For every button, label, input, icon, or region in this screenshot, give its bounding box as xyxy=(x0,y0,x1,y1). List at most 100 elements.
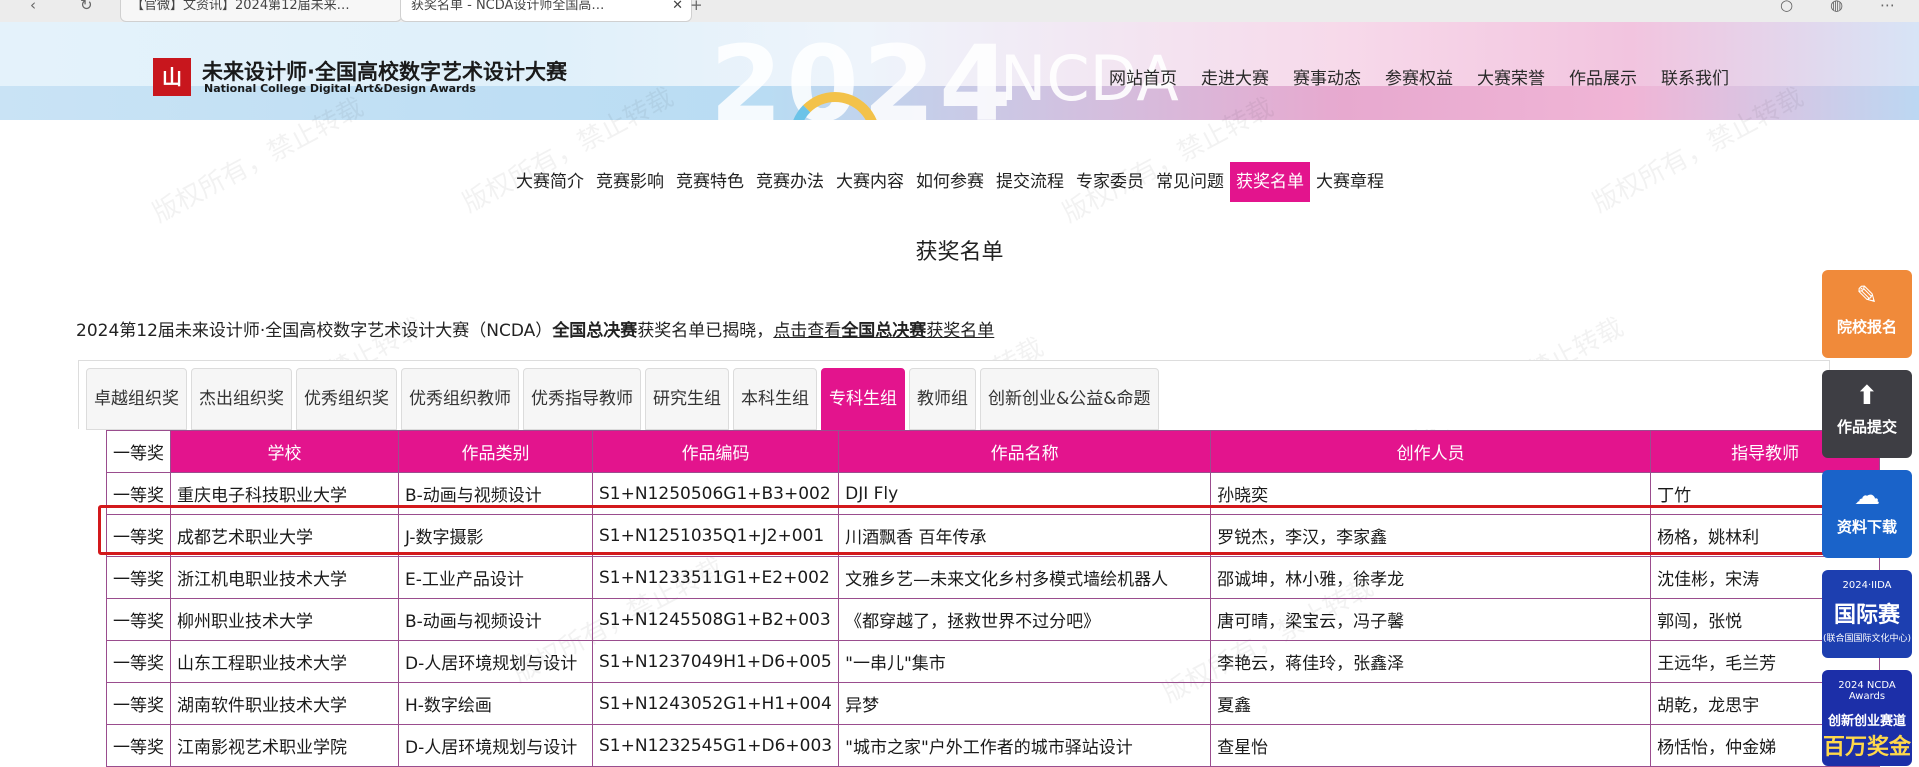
subnav-item-experts[interactable]: 专家委员 xyxy=(1070,162,1150,202)
browser-tab[interactable]: 【官微】文资讯】2024第12届未来… xyxy=(120,0,402,22)
rank-cell: 一等奖 xyxy=(106,640,171,683)
tab-innovation[interactable]: 创新创业&公益&命题 xyxy=(980,368,1159,430)
cloud-download-icon: ☁ xyxy=(1854,481,1880,511)
title-cell: 文雅乡艺—未来文化乡村多模式墙绘机器人 xyxy=(838,556,1212,599)
intro-part: 获奖名单已揭晓， xyxy=(637,321,774,341)
nav-item-about[interactable]: 走进大赛 xyxy=(1189,64,1281,89)
subnav-item-rules[interactable]: 竞赛办法 xyxy=(750,162,830,202)
creators-cell: 邵诚坤，林小雅，徐孝龙 xyxy=(1210,556,1652,599)
rank-cell: 一等奖 xyxy=(106,598,171,641)
category-cell: E-工业产品设计 xyxy=(398,556,593,599)
subnav-item-submit-flow[interactable]: 提交流程 xyxy=(990,162,1070,202)
winners-table-wrap: 一等奖 学校 作品类别 作品编码 作品名称 创作人员 指导教师 一等奖 重庆电子… xyxy=(106,430,1881,767)
side-label: 作品提交 xyxy=(1836,418,1897,436)
winners-table: 一等奖 学校 作品类别 作品编码 作品名称 创作人员 指导教师 一等奖 重庆电子… xyxy=(106,430,1881,767)
innovation-track-button[interactable]: 2024 NCDA Awards 创新创业赛道 百万奖金 xyxy=(1822,670,1912,766)
title-cell: "城市之家"户外工作者的城市驿站设计 xyxy=(838,724,1212,767)
side-top-label: 2024 NCDA Awards xyxy=(1838,680,1896,702)
link-prefix: 点击查看 xyxy=(773,321,842,341)
globe-icon[interactable]: ◍ xyxy=(1830,0,1843,14)
tab-advisor-teacher[interactable]: 优秀指导教师 xyxy=(523,368,641,430)
tab-org-teacher[interactable]: 优秀组织教师 xyxy=(401,368,519,430)
subnav-item-influence[interactable]: 竞赛影响 xyxy=(590,162,670,202)
browser-tab-strip: ‹ ↻ 【官微】文资讯】2024第12届未来… 获奖名单 - NCDA设计师全国… xyxy=(0,0,1919,23)
tab-teacher[interactable]: 教师组 xyxy=(909,368,976,430)
table-header-row: 一等奖 学校 作品类别 作品编码 作品名称 创作人员 指导教师 xyxy=(106,430,1881,473)
category-cell: D-人居环境规划与设计 xyxy=(398,724,593,767)
creators-cell: 孙晓奕 xyxy=(1210,472,1652,515)
subnav-item-features[interactable]: 竞赛特色 xyxy=(670,162,750,202)
international-contest-button[interactable]: 2024·IIDA 国际赛 (联合国国际文化中心) xyxy=(1822,570,1912,658)
rank-cell: 一等奖 xyxy=(106,556,171,599)
browser-tab-active[interactable]: 获奖名单 - NCDA设计师全国高… ✕ xyxy=(400,0,692,22)
rank-cell: 一等奖 xyxy=(106,472,171,515)
tab-outstanding-org[interactable]: 杰出组织奖 xyxy=(191,368,292,430)
browser-tab-title: 【官微】文资讯】2024第12届未来… xyxy=(131,0,350,13)
header-banner: 2024 NCDA 山 未来设计师·全国高校数字艺术设计大赛 National … xyxy=(0,22,1919,120)
intro-bold: 全国总决赛 xyxy=(552,321,638,341)
creators-cell: 唐可晴，梁宝云，冯子馨 xyxy=(1210,598,1652,641)
tab-graduate[interactable]: 研究生组 xyxy=(645,368,729,430)
column-header-title: 作品名称 xyxy=(838,430,1212,473)
table-row: 一等奖 浙江机电职业技术大学 E-工业产品设计 S1+N1233511G1+E2… xyxy=(106,556,1881,599)
table-row: 一等奖 江南影视艺术职业学院 D-人居环境规划与设计 S1+N1232545G1… xyxy=(106,724,1881,767)
download-materials-button[interactable]: ☁ 资料下载 xyxy=(1822,470,1912,558)
nav-item-works[interactable]: 作品展示 xyxy=(1557,64,1649,89)
subnav-item-charter[interactable]: 大赛章程 xyxy=(1310,162,1390,202)
intro-text: 2024第12届未来设计师·全国高校数字艺术设计大赛（NCDA）全国总决赛获奖名… xyxy=(76,316,994,341)
creators-cell: 李艳云，蒋佳玲，张鑫泽 xyxy=(1210,640,1652,683)
column-header-code: 作品编码 xyxy=(591,430,840,473)
side-top-label: 2024·IIDA xyxy=(1842,580,1892,591)
subnav-item-faq[interactable]: 常见问题 xyxy=(1150,162,1230,202)
view-winners-link[interactable]: 点击查看全国总决赛获奖名单 xyxy=(773,321,994,341)
school-cell: 山东工程职业技术大学 xyxy=(170,640,399,683)
subnav-item-intro[interactable]: 大赛简介 xyxy=(510,162,590,202)
school-cell: 成都艺术职业大学 xyxy=(170,514,399,557)
tab-good-org[interactable]: 优秀组织奖 xyxy=(296,368,397,430)
nav-item-news[interactable]: 赛事动态 xyxy=(1281,64,1373,89)
school-cell: 浙江机电职业技术大学 xyxy=(170,556,399,599)
rank-cell: 一等奖 xyxy=(106,682,171,725)
title-cell: 川酒飘香 百年传承 xyxy=(838,514,1212,557)
tab-excellence-org[interactable]: 卓越组织奖 xyxy=(86,368,187,430)
school-cell: 重庆电子科技职业大学 xyxy=(170,472,399,515)
title-cell: 异梦 xyxy=(838,682,1212,725)
table-row: 一等奖 湖南软件职业技术大学 H-数字绘画 S1+N1243052G1+H1+0… xyxy=(106,682,1881,725)
subnav-item-winners[interactable]: 获奖名单 xyxy=(1230,162,1310,202)
creators-cell: 罗锐杰，李汉，李家鑫 xyxy=(1210,514,1652,557)
close-icon[interactable]: ✕ xyxy=(672,0,683,17)
nav-item-honors[interactable]: 大赛荣誉 xyxy=(1465,64,1557,89)
submit-work-button[interactable]: ⬆ 作品提交 xyxy=(1822,370,1912,458)
category-cell: H-数字绘画 xyxy=(398,682,593,725)
back-icon[interactable]: ‹ xyxy=(30,0,36,14)
new-tab-icon[interactable]: + xyxy=(690,0,703,14)
nav-item-benefits[interactable]: 参赛权益 xyxy=(1373,64,1465,89)
column-header-school: 学校 xyxy=(170,430,399,473)
tab-vocational[interactable]: 专科生组 xyxy=(821,368,905,430)
column-header-creators: 创作人员 xyxy=(1210,430,1652,473)
reload-icon[interactable]: ↻ xyxy=(80,0,93,14)
code-cell: S1+N1245508G1+B2+003 xyxy=(591,598,840,641)
rank-cell: 一等奖 xyxy=(106,724,171,767)
menu-icon[interactable]: ⋯ xyxy=(1880,0,1895,14)
intro-part: 2024第12届未来设计师·全国高校数字艺术设计大赛（NCDA） xyxy=(76,321,553,341)
profile-icon[interactable]: ○ xyxy=(1780,0,1793,14)
school-register-button[interactable]: ✎ 院校报名 xyxy=(1822,270,1912,358)
top-nav: 网站首页 走进大赛 赛事动态 参赛权益 大赛荣誉 作品展示 联系我们 xyxy=(1097,64,1741,89)
rank-cell: 一等奖 xyxy=(106,514,171,557)
school-cell: 柳州职业技术大学 xyxy=(170,598,399,641)
tab-undergraduate[interactable]: 本科生组 xyxy=(733,368,817,430)
category-tabs: 卓越组织奖 杰出组织奖 优秀组织奖 优秀组织教师 优秀指导教师 研究生组 本科生… xyxy=(86,368,1159,430)
title-cell: DJI Fly xyxy=(838,472,1212,515)
column-header-category: 作品类别 xyxy=(398,430,593,473)
category-cell: D-人居环境规划与设计 xyxy=(398,640,593,683)
logo-icon[interactable]: 山 xyxy=(153,58,191,96)
nav-item-contact[interactable]: 联系我们 xyxy=(1649,64,1741,89)
subnav-item-content[interactable]: 大赛内容 xyxy=(830,162,910,202)
subnav-item-how-to-join[interactable]: 如何参赛 xyxy=(910,162,990,202)
creators-cell: 夏鑫 xyxy=(1210,682,1652,725)
side-label: 院校报名 xyxy=(1836,318,1897,336)
link-bold: 全国总决赛 xyxy=(841,321,927,341)
title-cell: 《都穿越了，拯救世界不过分吧》 xyxy=(838,598,1212,641)
nav-item-home[interactable]: 网站首页 xyxy=(1097,64,1189,89)
